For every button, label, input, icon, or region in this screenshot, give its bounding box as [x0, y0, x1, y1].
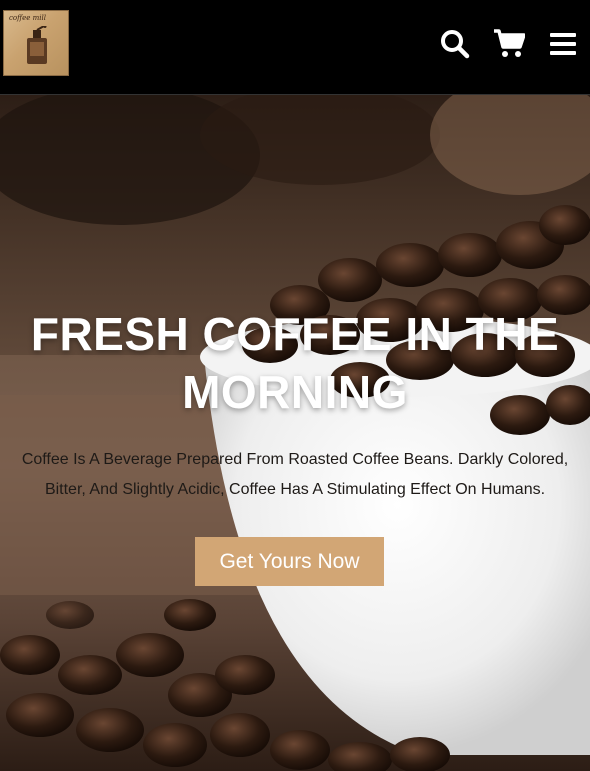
hero-description: Coffee Is A Beverage Prepared From Roast… [10, 445, 580, 505]
get-yours-now-button[interactable]: Get Yours Now [195, 537, 384, 586]
hero-description-line1: Coffee Is A Beverage Prepared From Roast… [21, 451, 569, 468]
logo-text: coffee mill [9, 14, 46, 22]
hero-section: FRESH COFFEE IN THE MORNING Coffee Is A … [0, 95, 590, 771]
coffee-beans-background [0, 95, 590, 771]
header-actions [438, 26, 580, 62]
menu-icon[interactable] [546, 27, 580, 61]
hero-title: FRESH COFFEE IN THE MORNING [0, 305, 590, 421]
hero-title-line2: MORNING [182, 366, 408, 418]
cart-icon[interactable] [492, 27, 526, 61]
site-header: coffee mill [0, 0, 590, 95]
search-icon[interactable] [438, 27, 472, 61]
hero-title-line1: FRESH COFFEE IN THE [30, 308, 560, 360]
hero-description-line2: Bitter, And Slightly Acidic, Coffee Has … [44, 481, 546, 498]
coffee-grinder-icon [27, 26, 47, 64]
brand-logo[interactable]: coffee mill [3, 10, 69, 76]
